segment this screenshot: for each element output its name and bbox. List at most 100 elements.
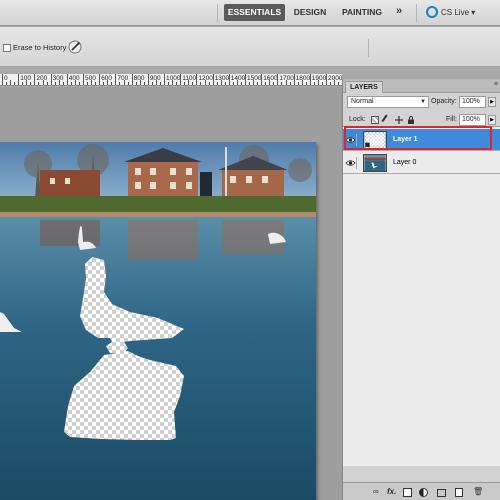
lock-position-icon[interactable] [395, 116, 403, 124]
ruler-label: 500 [85, 75, 96, 82]
workspace-painting-button[interactable]: PAINTING [337, 4, 387, 21]
ruler-tick [66, 74, 68, 85]
ruler-minor-tick [297, 82, 299, 85]
trash-icon[interactable]: 🗑 [473, 487, 483, 496]
workspace-design-button[interactable]: DESIGN [290, 4, 330, 21]
ruler-minor-tick [159, 82, 161, 85]
divider [416, 4, 417, 22]
tab-layers[interactable]: LAYERS [345, 81, 383, 93]
ruler-label: 1800 [295, 75, 311, 82]
ruler-minor-tick [176, 82, 178, 85]
lock-pixels-icon[interactable] [381, 114, 393, 126]
ruler-minor-tick [289, 82, 291, 85]
erase-to-history-checkbox[interactable] [3, 44, 11, 52]
ruler-minor-tick [119, 82, 121, 85]
panel-tab-bar: LAYERS ≡ [343, 79, 500, 93]
selection-highlight [344, 126, 492, 150]
ruler-label: 1900 [311, 75, 327, 82]
ruler-label: 1500 [247, 75, 262, 82]
ruler-minor-tick [265, 82, 267, 85]
workspace-essentials-button[interactable]: ESSENTIALS [224, 4, 285, 21]
ruler-label: 1200 [198, 75, 213, 82]
add-mask-icon[interactable] [403, 488, 412, 497]
panel-menu-icon[interactable]: ≡ [494, 81, 498, 88]
ruler-minor-tick [135, 82, 137, 85]
canvas-area[interactable] [0, 87, 342, 500]
ruler-minor-tick [313, 82, 315, 85]
eye-icon[interactable] [345, 157, 357, 169]
ruler-tick [147, 74, 149, 85]
lock-transparency-icon[interactable] [371, 116, 379, 124]
ruler-minor-tick [103, 82, 105, 85]
layer-thumbnail [363, 154, 387, 172]
ruler-minor-tick [10, 80, 12, 85]
ruler-minor-tick [305, 82, 307, 85]
group-folder-icon[interactable] [437, 489, 446, 497]
ruler-minor-tick [127, 82, 129, 85]
ruler-label: 2000 [328, 75, 342, 82]
ruler-minor-tick [224, 82, 226, 85]
divider [368, 39, 369, 57]
cs-live-label: CS Live ▾ [441, 8, 476, 17]
ruler-minor-tick [70, 82, 72, 85]
cs-live-button[interactable]: CS Live ▾ [426, 4, 475, 21]
ruler-label: 0 [4, 75, 8, 82]
ruler-minor-tick [6, 82, 8, 85]
ruler-tick [293, 74, 295, 85]
ruler-minor-tick [330, 82, 332, 85]
ruler-tick [83, 74, 84, 85]
fx-icon[interactable]: fx. [387, 487, 396, 496]
ruler-label: 100 [20, 75, 32, 82]
new-layer-icon[interactable] [455, 488, 463, 497]
ruler-minor-tick [257, 82, 259, 85]
ruler-label: 1300 [214, 75, 230, 82]
more-workspaces-icon[interactable]: » [396, 5, 402, 17]
ruler-tick [131, 74, 133, 85]
fill-input[interactable]: 100% [459, 114, 486, 126]
ruler-minor-tick [95, 82, 97, 85]
ruler-minor-tick [54, 82, 56, 85]
blend-mode-value: Normal [351, 98, 374, 105]
options-bar: Erase to History [0, 27, 500, 67]
ruler-minor-tick [46, 82, 48, 85]
ruler-minor-tick [281, 82, 283, 85]
ruler-minor-tick [216, 82, 218, 85]
layer-row[interactable]: Layer 0 [343, 152, 500, 174]
ruler-minor-tick [38, 82, 40, 85]
document-image[interactable] [0, 142, 316, 500]
layers-panel: LAYERS ≡ Normal ▼ Opacity: 100% ▶ Lock: … [342, 79, 500, 500]
lock-all-icon[interactable] [407, 116, 415, 124]
ruler-label: 300 [52, 75, 64, 82]
opacity-input[interactable]: 100% [459, 96, 486, 108]
ruler-tick [228, 74, 230, 85]
ruler-label: 900 [149, 75, 161, 82]
link-layers-icon[interactable]: ∞ [373, 487, 379, 496]
airbrush-icon[interactable] [68, 40, 82, 54]
ruler-minor-tick [30, 82, 32, 85]
ruler-minor-tick [184, 82, 186, 85]
ruler-label: 800 [133, 75, 145, 82]
cs-live-icon [426, 5, 438, 18]
ruler-label: 1100 [182, 75, 197, 82]
opacity-arrow-icon[interactable]: ▶ [488, 97, 496, 107]
adjustment-layer-icon[interactable] [419, 488, 428, 497]
fill-arrow-icon[interactable]: ▶ [488, 115, 496, 125]
ruler-minor-tick [208, 82, 210, 85]
divider [217, 4, 218, 22]
ruler-label: 1400 [230, 75, 246, 82]
ruler-minor-tick [273, 82, 275, 85]
ruler-tick [196, 74, 198, 85]
ruler-tick [2, 74, 3, 85]
ruler-tick [212, 74, 214, 85]
ruler-minor-tick [62, 82, 64, 85]
application-bar: ESSENTIALS DESIGN PAINTING » CS Live ▾ [0, 0, 500, 26]
ruler-label: 1700 [279, 75, 294, 82]
ruler-minor-tick [14, 82, 16, 85]
ruler-tick [180, 74, 182, 85]
blend-mode-select[interactable]: Normal ▼ [347, 96, 429, 108]
chevron-down-icon: ▼ [420, 99, 426, 105]
ruler-tick [18, 74, 20, 85]
ruler-minor-tick [87, 82, 89, 85]
ruler-tick [115, 74, 117, 85]
layer-name[interactable]: Layer 0 [393, 159, 416, 166]
